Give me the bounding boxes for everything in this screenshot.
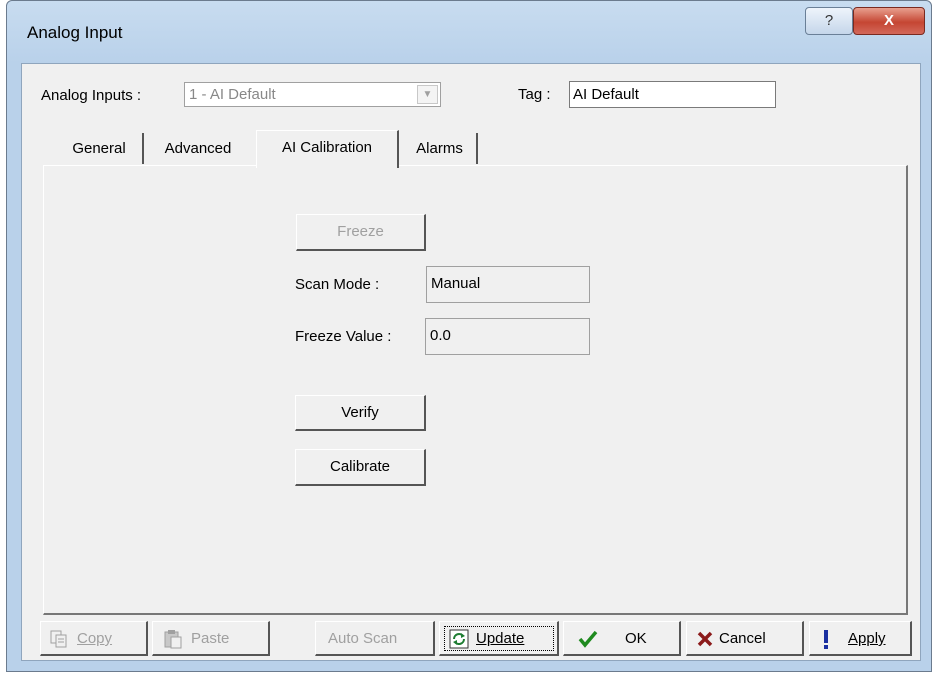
help-icon: ? [824,12,834,29]
tab-label: Alarms [416,140,463,157]
update-label: Update [476,630,525,647]
tab-label: General [72,140,126,157]
copy-label: Copy [77,630,113,647]
update-button[interactable]: Update [439,621,559,656]
auto-scan-label: Auto Scan [328,630,398,647]
freeze-button-label: Freeze [337,223,384,240]
analog-inputs-label: Analog Inputs : [41,87,142,104]
freeze-value-label: Freeze Value : [295,328,392,345]
tag-label: Tag : [518,86,551,103]
dialog-body: Analog Inputs : 1 - AI Default ▼ Tag : A… [21,63,921,661]
refresh-icon [449,629,469,649]
scan-mode-value: Manual [431,275,481,292]
copy-button[interactable]: Copy [40,621,148,656]
calibrate-button[interactable]: Calibrate [295,449,426,486]
paste-button[interactable]: Paste [152,621,270,656]
apply-label: Apply [848,630,886,647]
auto-scan-button[interactable]: Auto Scan [315,621,435,656]
analog-input-window: Analog Input ? X Analog Inputs : 1 - AI … [6,0,932,672]
close-button[interactable]: X [853,7,925,35]
chevron-down-icon[interactable]: ▼ [417,85,438,104]
tab-ai-calibration[interactable]: AI Calibration [256,130,399,168]
paste-icon [164,630,182,649]
freeze-value-field: 0.0 [425,318,590,355]
analog-inputs-select[interactable]: 1 - AI Default ▼ [184,82,441,107]
freeze-value: 0.0 [430,327,451,344]
copy-icon [50,630,67,648]
tag-value: AI Default [573,86,639,103]
ok-button[interactable]: OK [563,621,681,656]
tab-general[interactable]: General [56,133,144,164]
paste-label: Paste [191,630,230,647]
scan-mode-field: Manual [426,266,590,303]
ok-label: OK [625,630,647,647]
cancel-label: Cancel [719,630,766,647]
help-button[interactable]: ? [805,7,853,35]
tab-label: AI Calibration [281,139,373,156]
tag-input[interactable]: AI Default [569,81,776,108]
title-bar[interactable]: Analog Input ? X [7,1,931,63]
cancel-button[interactable]: Cancel [686,621,804,656]
analog-inputs-value: 1 - AI Default [189,86,276,103]
checkmark-icon [578,630,598,648]
window-title: Analog Input [27,23,123,42]
tab-alarms[interactable]: Alarms [403,133,478,164]
verify-button-label: Verify [341,404,379,421]
freeze-button[interactable]: Freeze [296,214,426,251]
ai-calibration-panel: Freeze Scan Mode : Manual Freeze Value :… [43,165,908,615]
verify-button[interactable]: Verify [295,395,426,431]
exclamation-icon [824,630,828,649]
x-icon [697,631,713,647]
apply-button[interactable]: Apply [809,621,912,656]
tab-label: Advanced [164,140,232,157]
scan-mode-label: Scan Mode : [295,276,380,293]
tab-advanced[interactable]: Advanced [144,133,252,164]
calibrate-button-label: Calibrate [329,458,391,475]
close-icon: X [883,12,894,29]
